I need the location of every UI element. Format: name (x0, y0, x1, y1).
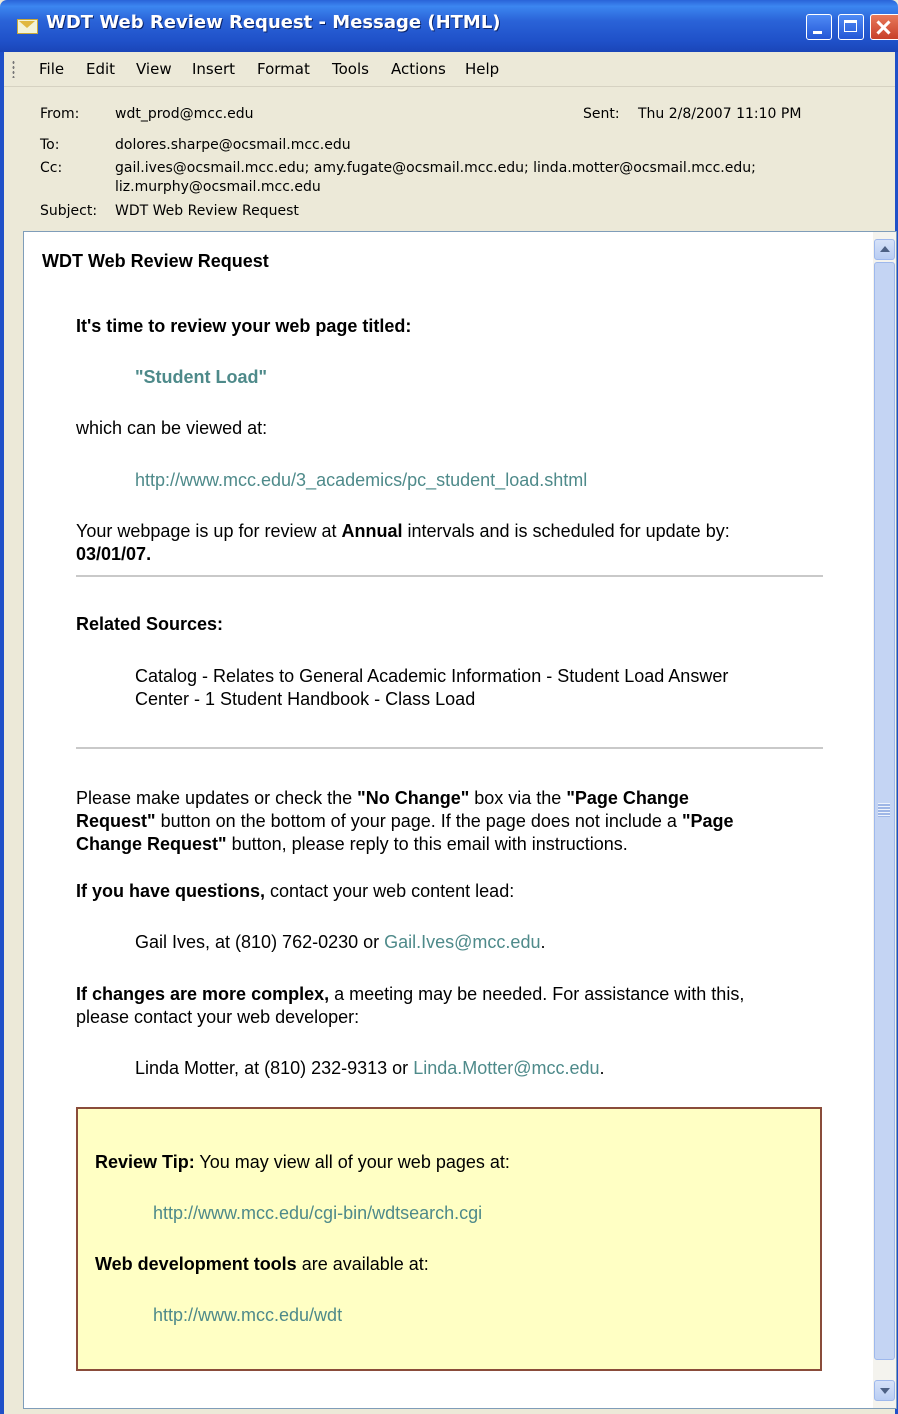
menu-edit[interactable]: Edit (86, 60, 115, 78)
menu-actions[interactable]: Actions (391, 60, 446, 78)
wdtsearch-link[interactable]: http://www.mcc.edu/cgi-bin/wdtsearch.cgi (153, 1202, 482, 1225)
from-value[interactable]: wdt_prod@mcc.edu (115, 106, 253, 122)
sent-label: Sent: (583, 106, 620, 122)
page-title: "Student Load" (135, 367, 268, 387)
dev-text: Linda Motter, at (810) 232-9313 or (135, 1058, 414, 1078)
divider (76, 575, 823, 577)
arrow-down-icon (880, 1388, 890, 1394)
cc-value-line2[interactable]: liz.murphy@ocsmail.mcc.edu (115, 179, 321, 195)
viewed-at-text: which can be viewed at: (76, 418, 268, 438)
dev-end: . (599, 1058, 605, 1078)
menu-tools[interactable]: Tools (332, 60, 369, 78)
dev-email-link[interactable]: Linda.Motter@mcc.edu (413, 1058, 599, 1078)
instr-text: box via the (469, 788, 567, 808)
instr-bold: "Page Change (566, 788, 689, 808)
cc-value-line1[interactable]: gail.ives@ocsmail.mcc.edu; amy.fugate@oc… (115, 160, 756, 176)
lead-email-link[interactable]: Gail.Ives@mcc.edu (384, 932, 540, 952)
scroll-down-button[interactable] (874, 1380, 895, 1401)
complex-rest: a meeting may be needed. For assistance … (329, 984, 745, 1004)
questions-text: If you have questions, contact your web … (76, 880, 514, 903)
tools-bold: Web development tools (95, 1254, 297, 1274)
maximize-button[interactable] (838, 14, 864, 40)
review-tip-box (76, 1107, 822, 1371)
review-date: 03/01/07. (76, 544, 152, 564)
questions-rest: contact your web content lead: (265, 881, 515, 901)
message-heading: WDT Web Review Request (42, 251, 269, 271)
instructions-line2: Request" button on the bottom of your pa… (76, 810, 734, 833)
related-line2: Center - 1 Student Handbook - Class Load (135, 689, 476, 709)
tip-label: Review Tip: (95, 1152, 195, 1172)
review-pre: Your webpage is up for review at (76, 521, 342, 541)
lead-text: Gail Ives, at (810) 762-0230 or (135, 932, 385, 952)
instr-text: button, please reply to this email with … (226, 834, 628, 854)
instructions-line1: Please make updates or check the "No Cha… (76, 787, 689, 810)
lead-end: . (540, 932, 546, 952)
tip-text: You may view all of your web pages at: (194, 1152, 510, 1172)
sent-value: Thu 2/8/2007 11:10 PM (638, 106, 802, 122)
menu-format[interactable]: Format (257, 60, 310, 78)
tools-text: Web development tools are available at: (95, 1253, 429, 1276)
review-schedule-text: Your webpage is up for review at Annual … (76, 520, 730, 543)
wdt-link[interactable]: http://www.mcc.edu/wdt (153, 1304, 342, 1327)
tools-rest: are available at: (296, 1254, 429, 1274)
developer-text: Linda Motter, at (810) 232-9313 or Linda… (135, 1057, 605, 1080)
scrollbar-grip-icon (878, 803, 890, 817)
instr-text: Please make updates or check the (76, 788, 358, 808)
from-label: From: (40, 106, 80, 122)
instr-bold: "No Change" (357, 788, 470, 808)
arrow-up-icon (880, 246, 890, 252)
subject-value: WDT Web Review Request (115, 203, 299, 219)
instr-bold: "Page (681, 811, 734, 831)
related-line1: Catalog - Relates to General Academic In… (135, 666, 729, 686)
minimize-button[interactable] (806, 14, 832, 40)
complex-line2: please contact your web developer: (76, 1007, 360, 1027)
related-heading: Related Sources: (76, 614, 224, 634)
complex-bold: If changes are more complex, (76, 984, 330, 1004)
menu-file[interactable]: File (39, 60, 64, 78)
close-button[interactable] (870, 14, 898, 40)
menu-view[interactable]: View (136, 60, 172, 78)
instr-bold: Request" (76, 811, 156, 831)
subject-label: Subject: (40, 203, 98, 219)
instructions-line3: Change Request" button, please reply to … (76, 833, 628, 856)
intro-text: It's time to review your web page titled… (76, 316, 412, 336)
to-label: To: (40, 137, 60, 153)
window-title: WDT Web Review Request - Message (HTML) (46, 12, 501, 33)
menu-help[interactable]: Help (465, 60, 499, 78)
toolbar-grip-icon[interactable] (12, 60, 15, 78)
divider (76, 747, 823, 749)
questions-bold: If you have questions, (76, 881, 266, 901)
title-bar: WDT Web Review Request - Message (HTML) (0, 0, 898, 52)
review-post: intervals and is scheduled for update by… (402, 521, 730, 541)
instr-text: button on the bottom of your page. If th… (155, 811, 682, 831)
menu-insert[interactable]: Insert (192, 60, 235, 78)
review-tip-text: Review Tip: You may view all of your web… (95, 1151, 510, 1174)
complex-text: If changes are more complex, a meeting m… (76, 983, 744, 1006)
content-lead-text: Gail Ives, at (810) 762-0230 or Gail.Ive… (135, 931, 545, 954)
review-interval: Annual (341, 521, 403, 541)
window-frame-left (0, 52, 4, 1414)
instr-bold: Change Request" (76, 834, 227, 854)
scroll-up-button[interactable] (874, 239, 895, 260)
envelope-icon (17, 19, 38, 34)
cc-label: Cc: (40, 160, 63, 176)
to-value[interactable]: dolores.sharpe@ocsmail.mcc.edu (115, 137, 351, 153)
page-url-link[interactable]: http://www.mcc.edu/3_academics/pc_studen… (135, 469, 587, 492)
